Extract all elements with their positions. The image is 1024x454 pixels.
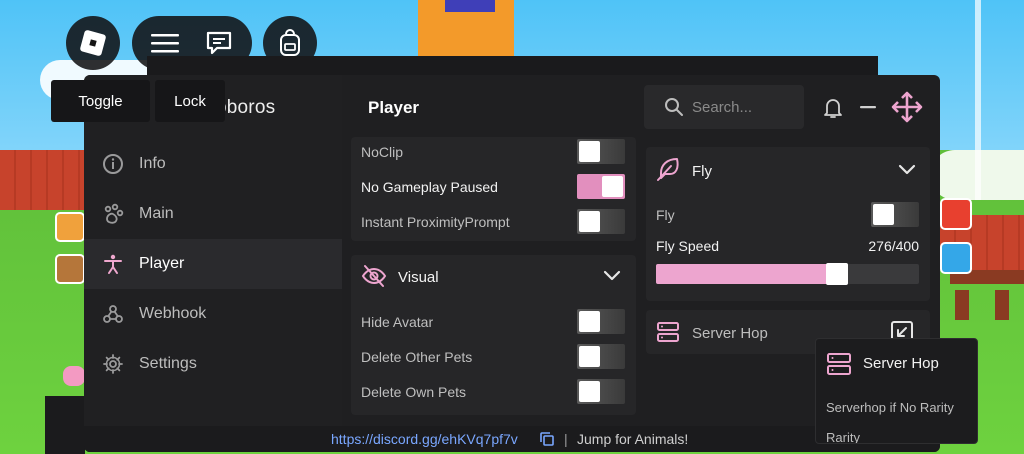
search-input[interactable]	[692, 97, 797, 117]
roblox-menu-button[interactable]	[66, 16, 120, 70]
slider-knob[interactable]	[826, 263, 848, 285]
delete-own-pets-label: Delete Own Pets	[361, 384, 467, 400]
lock-button[interactable]: Lock	[155, 80, 225, 122]
sidebar-item-player[interactable]: Player	[84, 239, 342, 289]
hamburger-menu-icon[interactable]	[151, 32, 179, 54]
visual-section-title: Visual	[398, 269, 439, 286]
index-button[interactable]	[940, 242, 972, 274]
toggle-knob	[579, 346, 600, 367]
search-icon	[664, 97, 684, 117]
delete-other-pets-label: Delete Other Pets	[361, 349, 473, 365]
noclip-label: NoClip	[361, 144, 404, 160]
lock-button-label: Lock	[174, 92, 206, 110]
toggle-knob	[579, 211, 600, 232]
sidebar-item-settings[interactable]: Settings	[84, 339, 342, 389]
move-arrows-icon[interactable]	[890, 90, 924, 124]
fly-speed-slider[interactable]	[656, 263, 919, 285]
sidebar-item-label: Info	[139, 155, 166, 172]
dropdown-option[interactable]: Rarity	[826, 430, 860, 443]
delete-own-pets-toggle[interactable]	[577, 379, 625, 404]
server-hop-title: Server Hop	[692, 325, 768, 342]
shop-button[interactable]	[940, 198, 972, 230]
slider-fill	[656, 264, 837, 284]
toggle-knob	[579, 311, 600, 332]
pet-button[interactable]	[55, 212, 85, 242]
chevron-down-icon[interactable]	[603, 270, 621, 282]
server-hop-dropdown: Server Hop Serverhop if No Rarity Rarity	[815, 338, 978, 444]
sidebar-item-label: Settings	[139, 355, 197, 372]
roblox-logo-icon	[79, 29, 107, 57]
copy-icon[interactable]	[539, 431, 555, 447]
toggle-button[interactable]: Toggle	[51, 80, 150, 122]
backpack-icon	[278, 29, 302, 57]
chat-icon[interactable]	[205, 30, 233, 56]
dropdown-title: Server Hop	[863, 355, 939, 372]
fly-toggle[interactable]	[871, 202, 919, 227]
discord-link[interactable]: https://discord.gg/ehKVq7pf7v	[331, 431, 518, 447]
gear-icon	[102, 353, 124, 375]
instant-proximity-prompt-toggle[interactable]	[577, 209, 625, 234]
instant-proximity-prompt-label: Instant ProximityPrompt	[361, 214, 510, 230]
toggle-knob	[602, 176, 623, 197]
visual-card: Visual Hide Avatar Delete Other Pets Del…	[351, 255, 636, 415]
fly-card: Fly Fly Fly Speed 276/400	[646, 147, 930, 301]
fence	[995, 290, 1009, 320]
person-icon	[102, 253, 124, 275]
hide-avatar-toggle[interactable]	[577, 309, 625, 334]
lower-dark-block	[45, 396, 85, 454]
game-name: Jump for Animals!	[577, 431, 689, 447]
no-gameplay-paused-toggle[interactable]	[577, 174, 625, 199]
window-drag-strip[interactable]	[147, 56, 878, 76]
search-box[interactable]	[644, 85, 804, 129]
sidebar: oboros Info Main Player Webhook Settings	[84, 75, 342, 452]
delete-other-pets-toggle[interactable]	[577, 344, 625, 369]
toggle-button-label: Toggle	[78, 92, 123, 110]
toggle-knob	[579, 381, 600, 402]
toggle-knob	[579, 141, 600, 162]
server-icon	[826, 352, 852, 376]
script-hub-window: oboros Info Main Player Webhook Settings…	[84, 75, 940, 452]
fence	[955, 290, 969, 320]
bell-icon[interactable]	[823, 97, 843, 119]
tower-top	[445, 0, 495, 12]
brick-wall	[0, 150, 84, 210]
sidebar-item-label: Main	[139, 205, 174, 222]
eye-off-icon	[361, 264, 387, 288]
sidebar-item-info[interactable]: Info	[84, 139, 342, 189]
sidebar-item-main[interactable]: Main	[84, 189, 342, 239]
toggle-knob	[873, 204, 894, 225]
sidebar-item-label: Webhook	[139, 305, 207, 322]
webhook-icon	[102, 303, 124, 325]
fly-section-title: Fly	[692, 163, 712, 180]
page-title: Player	[368, 98, 420, 117]
fly-speed-label: Fly Speed	[656, 238, 720, 254]
pet-crate-button[interactable]	[55, 254, 85, 284]
info-icon	[102, 153, 124, 175]
noclip-toggle[interactable]	[577, 139, 625, 164]
minimize-icon[interactable]	[860, 106, 876, 110]
sidebar-item-label: Player	[139, 255, 185, 272]
footer-bar: https://discord.gg/ehKVq7pf7v | Jump for…	[84, 426, 940, 452]
hide-avatar-label: Hide Avatar	[361, 314, 434, 330]
no-gameplay-paused-label: No Gameplay Paused	[361, 179, 498, 195]
movement-card: NoClip No Gameplay Paused Instant Proxim…	[351, 137, 636, 241]
server-icon	[656, 321, 680, 343]
dropdown-option[interactable]: Serverhop if No Rarity	[826, 400, 954, 415]
chevron-down-icon[interactable]	[898, 164, 916, 176]
footer-separator: |	[564, 431, 568, 447]
sidebar-item-webhook[interactable]: Webhook	[84, 289, 342, 339]
pink-pet	[63, 366, 85, 386]
right-post	[975, 0, 981, 200]
feather-icon	[655, 156, 681, 182]
fly-speed-value: 276/400	[868, 238, 919, 254]
paw-icon	[102, 203, 124, 225]
fly-label: Fly	[656, 207, 675, 223]
